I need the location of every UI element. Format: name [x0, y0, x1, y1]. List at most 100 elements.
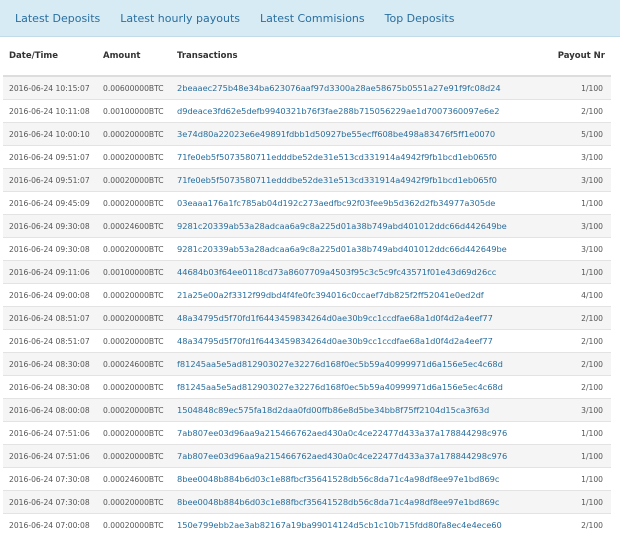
cell-payout-nr: 3/100	[547, 399, 611, 422]
cell-date: 2016-06-24 08:51:07	[3, 307, 97, 330]
cell-amount: 0.00020000BTC	[97, 491, 171, 514]
cell-date: 2016-06-24 10:15:07	[3, 76, 97, 100]
cell-transaction-link[interactable]: 7ab807ee03d96aa9a215466762aed430a0c4ce22…	[171, 422, 547, 445]
header-amount: Amount	[97, 37, 171, 76]
cell-transaction-link[interactable]: 71fe0eb5f5073580711edddbe52de31e513cd331…	[171, 146, 547, 169]
cell-payout-nr: 1/100	[547, 468, 611, 491]
cell-amount: 0.00020000BTC	[97, 169, 171, 192]
cell-amount: 0.00024600BTC	[97, 215, 171, 238]
table-row: 2016-06-24 09:30:080.00024600BTC9281c203…	[3, 215, 611, 238]
table-header-row: Date/Time Amount Transactions Payout Nr	[3, 37, 611, 76]
table-row: 2016-06-24 07:30:080.00020000BTC8bee0048…	[3, 491, 611, 514]
cell-payout-nr: 3/100	[547, 215, 611, 238]
table-row: 2016-06-24 07:00:080.00020000BTC150e799e…	[3, 514, 611, 536]
cell-payout-nr: 1/100	[547, 491, 611, 514]
cell-date: 2016-06-24 07:30:08	[3, 468, 97, 491]
cell-payout-nr: 2/100	[547, 514, 611, 536]
cell-date: 2016-06-24 09:51:07	[3, 169, 97, 192]
table-row: 2016-06-24 07:51:060.00020000BTC7ab807ee…	[3, 422, 611, 445]
table-row: 2016-06-24 08:51:070.00020000BTC48a34795…	[3, 330, 611, 353]
cell-payout-nr: 3/100	[547, 146, 611, 169]
cell-transaction-link[interactable]: 1504848c89ec575fa18d2daa0fd00ffb86e8d5be…	[171, 399, 547, 422]
cell-transaction-link[interactable]: 3e74d80a22023e6e49891fdbb1d50927be55ecff…	[171, 123, 547, 146]
cell-transaction-link[interactable]: 9281c20339ab53a28adcaa6a9c8a225d01a38b74…	[171, 215, 547, 238]
tab-latest-hourly-payouts[interactable]: Latest hourly payouts	[110, 0, 250, 37]
cell-amount: 0.00020000BTC	[97, 146, 171, 169]
deposits-table: Date/Time Amount Transactions Payout Nr …	[3, 37, 611, 536]
cell-amount: 0.00020000BTC	[97, 330, 171, 353]
table-row: 2016-06-24 08:51:070.00020000BTC48a34795…	[3, 307, 611, 330]
table-row: 2016-06-24 09:51:070.00020000BTC71fe0eb5…	[3, 146, 611, 169]
cell-payout-nr: 1/100	[547, 445, 611, 468]
cell-amount: 0.00020000BTC	[97, 284, 171, 307]
cell-payout-nr: 1/100	[547, 261, 611, 284]
cell-payout-nr: 2/100	[547, 100, 611, 123]
header-date: Date/Time	[3, 37, 97, 76]
cell-transaction-link[interactable]: f81245aa5e5ad812903027e32276d168f0ec5b59…	[171, 353, 547, 376]
tab-top-deposits[interactable]: Top Deposits	[375, 0, 465, 37]
tab-latest-commisions[interactable]: Latest Commisions	[250, 0, 375, 37]
cell-date: 2016-06-24 07:00:08	[3, 514, 97, 536]
cell-date: 2016-06-24 08:51:07	[3, 330, 97, 353]
cell-transaction-link[interactable]: 48a34795d5f70fd1f6443459834264d0ae30b9cc…	[171, 330, 547, 353]
cell-transaction-link[interactable]: 48a34795d5f70fd1f6443459834264d0ae30b9cc…	[171, 307, 547, 330]
cell-amount: 0.00020000BTC	[97, 307, 171, 330]
cell-payout-nr: 1/100	[547, 422, 611, 445]
cell-transaction-link[interactable]: 71fe0eb5f5073580711edddbe52de31e513cd331…	[171, 169, 547, 192]
cell-transaction-link[interactable]: 44684b03f64ee0118cd73a8607709a4503f95c3c…	[171, 261, 547, 284]
cell-amount: 0.00024600BTC	[97, 353, 171, 376]
cell-amount: 0.00020000BTC	[97, 192, 171, 215]
header-payout-nr: Payout Nr	[547, 37, 611, 76]
cell-date: 2016-06-24 07:51:06	[3, 445, 97, 468]
cell-amount: 0.00600000BTC	[97, 76, 171, 100]
table-row: 2016-06-24 09:51:070.00020000BTC71fe0eb5…	[3, 169, 611, 192]
table-row: 2016-06-24 10:15:070.00600000BTC2beaaec2…	[3, 76, 611, 100]
table-row: 2016-06-24 09:00:080.00020000BTC21a25e00…	[3, 284, 611, 307]
cell-date: 2016-06-24 07:30:08	[3, 491, 97, 514]
cell-date: 2016-06-24 07:51:06	[3, 422, 97, 445]
cell-payout-nr: 2/100	[547, 307, 611, 330]
table-row: 2016-06-24 07:51:060.00020000BTC7ab807ee…	[3, 445, 611, 468]
cell-transaction-link[interactable]: 2beaaec275b48e34ba623076aaf97d3300a28ae5…	[171, 76, 547, 100]
table-row: 2016-06-24 09:30:080.00020000BTC9281c203…	[3, 238, 611, 261]
cell-date: 2016-06-24 08:30:08	[3, 353, 97, 376]
cell-transaction-link[interactable]: 21a25e00a2f3312f99dbd4f4fe0fc394016c0cca…	[171, 284, 547, 307]
cell-transaction-link[interactable]: d9deace3fd62e5defb9940321b76f3fae288b715…	[171, 100, 547, 123]
table-row: 2016-06-24 08:00:080.00020000BTC1504848c…	[3, 399, 611, 422]
cell-transaction-link[interactable]: 8bee0048b884b6d03c1e88fbcf35641528db56c8…	[171, 491, 547, 514]
tab-latest-deposits[interactable]: Latest Deposits	[5, 0, 110, 37]
cell-payout-nr: 3/100	[547, 169, 611, 192]
cell-date: 2016-06-24 09:30:08	[3, 215, 97, 238]
cell-transaction-link[interactable]: 150e799ebb2ae3ab82167a19ba99014124d5cb1c…	[171, 514, 547, 536]
cell-amount: 0.00020000BTC	[97, 238, 171, 261]
cell-amount: 0.00100000BTC	[97, 261, 171, 284]
cell-date: 2016-06-24 09:45:09	[3, 192, 97, 215]
table-row: 2016-06-24 08:30:080.00020000BTCf81245aa…	[3, 376, 611, 399]
table-row: 2016-06-24 10:00:100.00020000BTC3e74d80a…	[3, 123, 611, 146]
cell-date: 2016-06-24 10:11:08	[3, 100, 97, 123]
cell-date: 2016-06-24 10:00:10	[3, 123, 97, 146]
cell-transaction-link[interactable]: 8bee0048b884b6d03c1e88fbcf35641528db56c8…	[171, 468, 547, 491]
cell-amount: 0.00020000BTC	[97, 399, 171, 422]
cell-payout-nr: 3/100	[547, 238, 611, 261]
cell-date: 2016-06-24 09:00:08	[3, 284, 97, 307]
cell-amount: 0.00020000BTC	[97, 514, 171, 536]
table-row: 2016-06-24 10:11:080.00100000BTCd9deace3…	[3, 100, 611, 123]
cell-amount: 0.00020000BTC	[97, 123, 171, 146]
cell-payout-nr: 1/100	[547, 76, 611, 100]
cell-payout-nr: 5/100	[547, 123, 611, 146]
cell-transaction-link[interactable]: 9281c20339ab53a28adcaa6a9c8a225d01a38b74…	[171, 238, 547, 261]
table-row: 2016-06-24 09:45:090.00020000BTC03eaaa17…	[3, 192, 611, 215]
cell-payout-nr: 2/100	[547, 376, 611, 399]
cell-amount: 0.00100000BTC	[97, 100, 171, 123]
cell-payout-nr: 4/100	[547, 284, 611, 307]
cell-transaction-link[interactable]: 7ab807ee03d96aa9a215466762aed430a0c4ce22…	[171, 445, 547, 468]
cell-amount: 0.00020000BTC	[97, 422, 171, 445]
cell-transaction-link[interactable]: f81245aa5e5ad812903027e32276d168f0ec5b59…	[171, 376, 547, 399]
table-row: 2016-06-24 08:30:080.00024600BTCf81245aa…	[3, 353, 611, 376]
table-row: 2016-06-24 07:30:080.00024600BTC8bee0048…	[3, 468, 611, 491]
cell-transaction-link[interactable]: 03eaaa176a1fc785ab04d192c273aedfbc92f03f…	[171, 192, 547, 215]
table-row: 2016-06-24 09:11:060.00100000BTC44684b03…	[3, 261, 611, 284]
cell-amount: 0.00020000BTC	[97, 445, 171, 468]
cell-amount: 0.00024600BTC	[97, 468, 171, 491]
